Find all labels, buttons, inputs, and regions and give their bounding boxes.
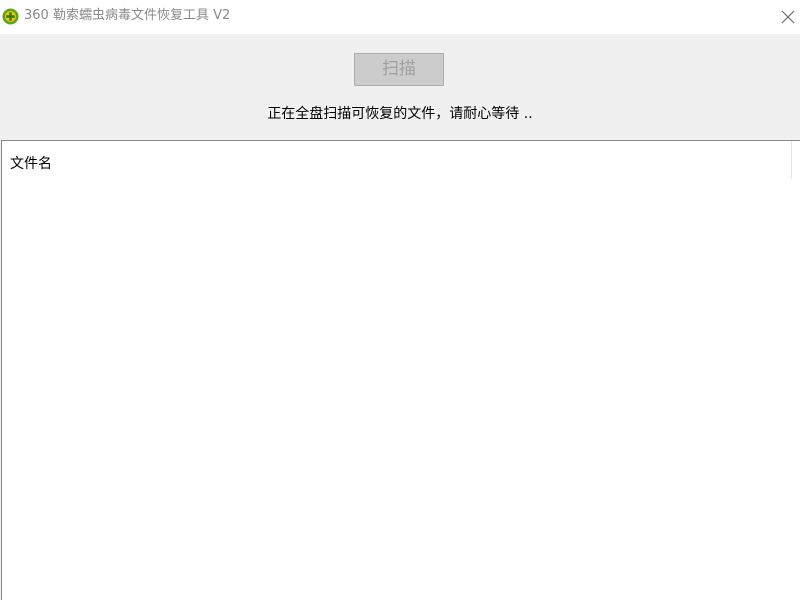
scan-status-text: 正在全盘扫描可恢复的文件，请耐心等待 .. xyxy=(267,106,533,122)
app-window: 360 勒索蠕虫病毒文件恢复工具 V2 扫描 正在全盘扫描可恢复的文件，请耐心等… xyxy=(0,0,800,600)
column-header-filename[interactable]: 文件名 xyxy=(2,141,792,179)
close-button[interactable] xyxy=(776,0,800,34)
file-list[interactable]: 文件名 xyxy=(1,140,800,600)
file-list-body[interactable] xyxy=(2,179,800,600)
360-logo-icon xyxy=(2,8,19,25)
title-bar[interactable]: 360 勒索蠕虫病毒文件恢复工具 V2 xyxy=(0,0,800,34)
scan-button[interactable]: 扫描 xyxy=(354,53,444,86)
file-list-header: 文件名 xyxy=(2,141,800,179)
toolbar: 扫描 正在全盘扫描可恢复的文件，请耐心等待 .. xyxy=(0,34,800,140)
window-title: 360 勒索蠕虫病毒文件恢复工具 V2 xyxy=(24,8,231,23)
